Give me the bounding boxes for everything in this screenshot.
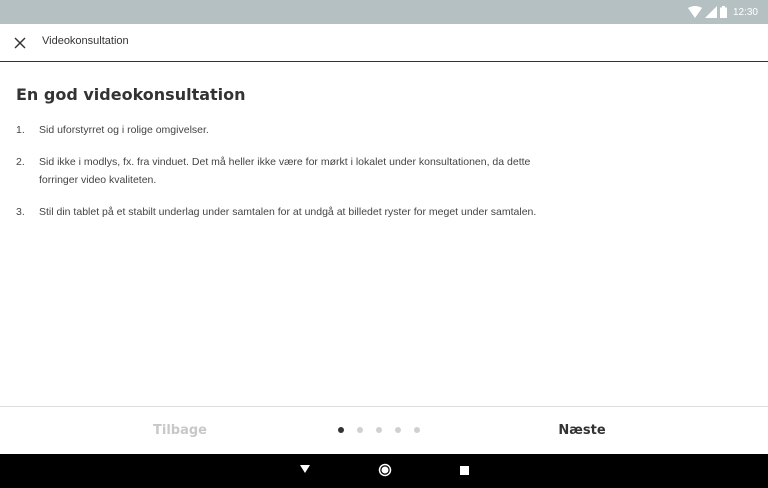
list-item-number: 3.: [16, 206, 25, 218]
status-bar: 12:30: [0, 0, 768, 24]
page-heading: En god videokonsultation: [16, 85, 246, 104]
app-bar: Videokonsultation: [0, 24, 768, 62]
list-item: 2. Sid ikke i modlys, fx. fra vinduet. D…: [16, 153, 556, 189]
back-button[interactable]: Tilbage: [90, 407, 270, 455]
page-indicator: [338, 427, 420, 433]
list-item-text: Sid uforstyrret og i rolige omgivelser.: [39, 124, 209, 136]
instructions-list: 1. Sid uforstyrret og i rolige omgivelse…: [16, 121, 556, 235]
list-item-number: 1.: [16, 124, 25, 136]
list-item: 3. Stil din tablet på et stabilt underla…: [16, 203, 556, 221]
list-item-number: 2.: [16, 156, 25, 168]
recents-square-icon[interactable]: [460, 466, 469, 475]
battery-icon: [719, 6, 727, 18]
signal-icon: [704, 6, 717, 18]
list-item-text: Sid ikke i modlys, fx. fra vinduet. Det …: [39, 156, 531, 186]
status-time: 12:30: [732, 6, 758, 18]
page-dot-2: [357, 427, 363, 433]
page-dot-1: [338, 427, 344, 433]
list-item: 1. Sid uforstyrret og i rolige omgivelse…: [16, 121, 556, 139]
close-icon[interactable]: [12, 35, 28, 51]
page-dot-3: [376, 427, 382, 433]
page-dot-5: [414, 427, 420, 433]
wifi-icon: [687, 6, 702, 18]
system-navigation-bar: [0, 454, 768, 488]
app-title: Videokonsultation: [42, 35, 129, 47]
bottom-navigation: Tilbage Næste: [0, 406, 768, 454]
page-dot-4: [395, 427, 401, 433]
back-triangle-icon[interactable]: [300, 464, 310, 474]
status-icons: 12:30: [687, 4, 758, 20]
next-button[interactable]: Næste: [492, 407, 672, 455]
list-item-text: Stil din tablet på et stabilt underlag u…: [39, 206, 537, 218]
main-content: En god videokonsultation 1. Sid uforstyr…: [0, 63, 768, 406]
home-circle-icon[interactable]: [378, 463, 392, 477]
